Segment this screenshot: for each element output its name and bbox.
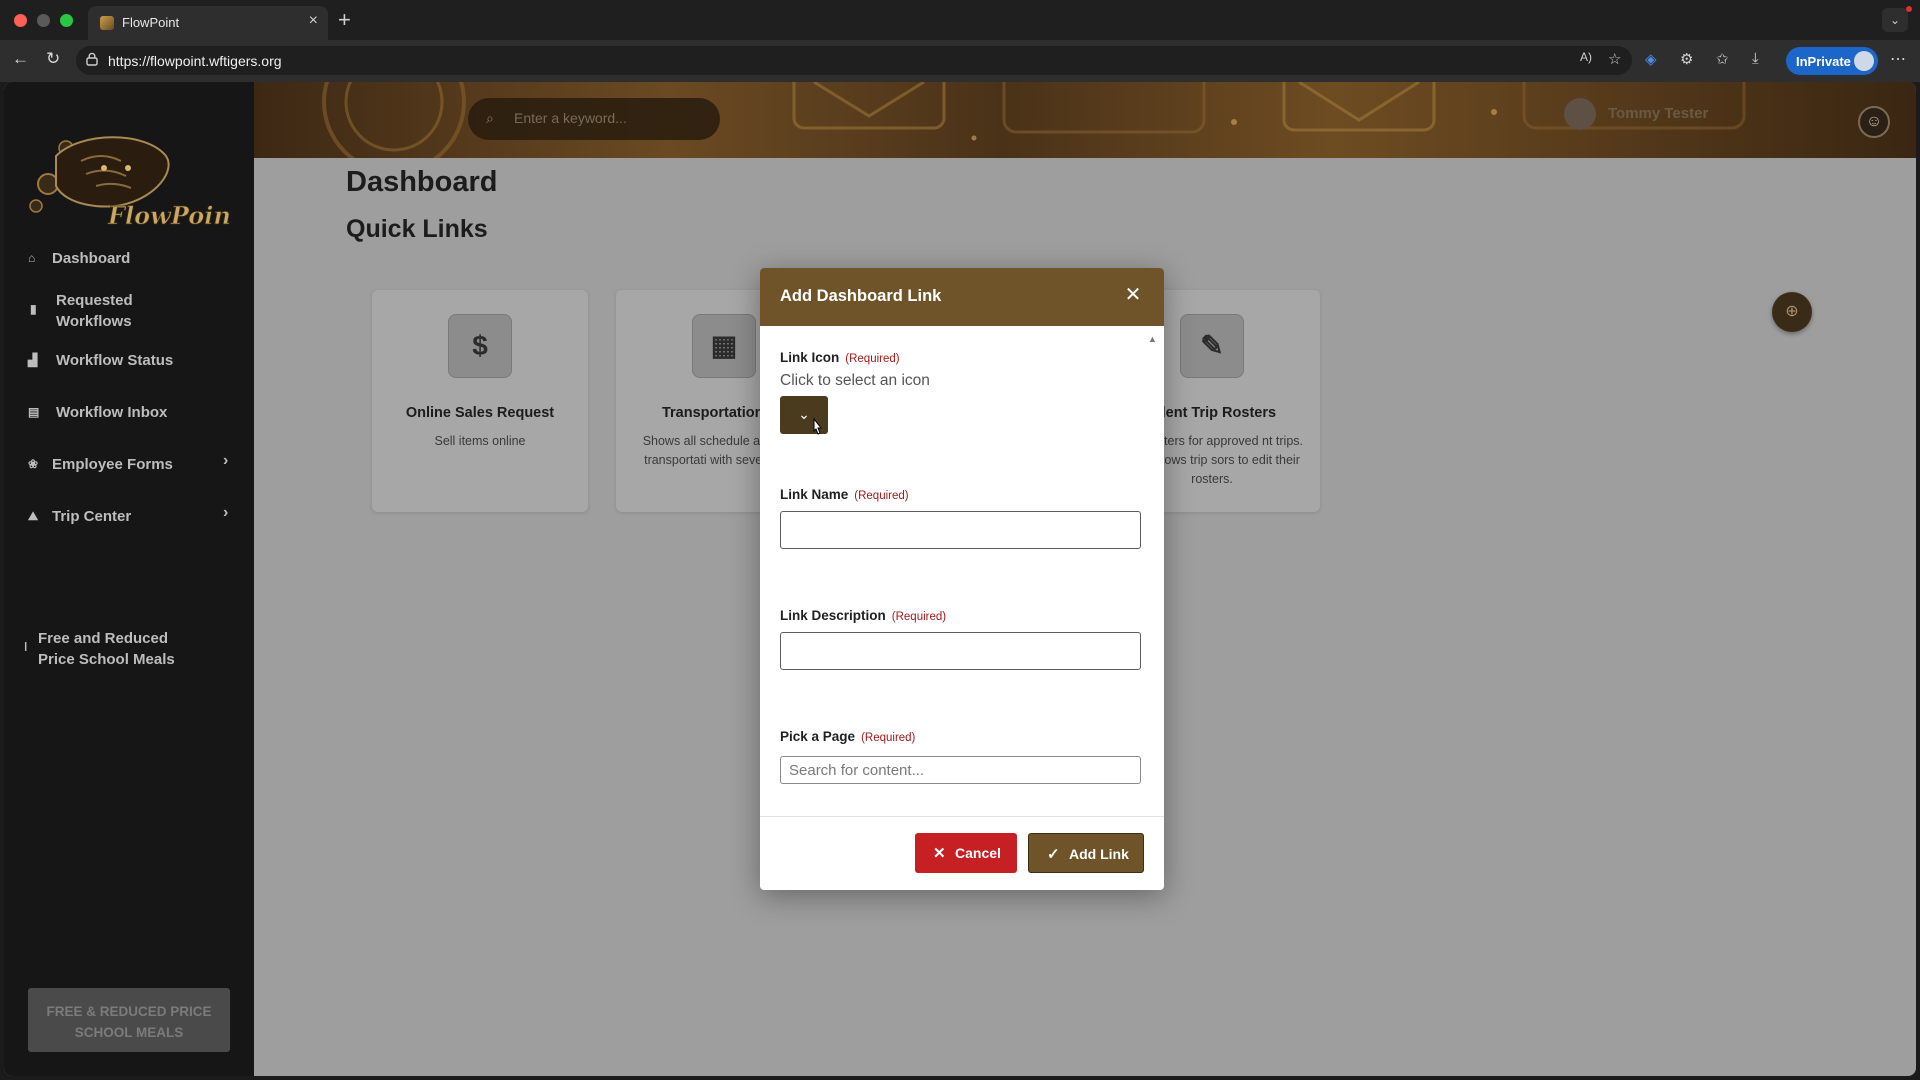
cancel-button[interactable]: ✕ Cancel [915,833,1017,873]
paw-icon: ❀ [28,457,39,471]
sidebar-item-label: Dashboard [52,250,131,267]
sidebar-item-label: Requested Workflows [56,292,133,330]
mouse-cursor [813,418,823,435]
browser-tab-bar: FlowPoint × + ⌄ [0,0,1920,40]
extensions-icon[interactable]: ⚙ [1680,50,1693,68]
chevron-down-icon: ⌄ [798,406,810,422]
favorite-star-icon[interactable]: ☆ [1608,50,1621,68]
favorites-icon[interactable]: ✩ [1716,50,1729,68]
card-title: Online Sales Request [405,405,555,421]
sidebar-item-label: Trip Center [52,508,132,525]
add-link-label: Add Link [1069,846,1129,862]
lock-icon [86,52,98,66]
sidebar-item-label: Workflow Status [56,352,174,369]
browser-tab[interactable]: FlowPoint × [88,6,328,40]
link-description-field[interactable] [780,632,1141,670]
close-window-button[interactable] [14,14,27,27]
read-aloud-icon[interactable]: A) [1580,50,1592,64]
link-name-label: Link Name (Required) [780,487,909,502]
add-link-button[interactable]: ✓ Add Link [1028,833,1144,873]
cancel-label: Cancel [955,845,1001,861]
svg-text:FlowPoint: FlowPoint [107,201,232,230]
maximize-window-button[interactable] [60,14,73,27]
inprivate-label: InPrivate [1796,54,1851,69]
close-icon: ✕ [933,845,946,862]
new-tab-button[interactable]: + [338,7,351,33]
close-tab-icon[interactable]: × [309,12,318,30]
card-description: Sell items online [434,434,526,448]
notification-dot [1906,6,1912,12]
user-name: Tommy Tester [1608,105,1709,122]
sidebar-item-label: Free and Reduced Price School Meals [38,630,175,668]
link-icon-label: Link Icon (Required) [780,350,900,365]
utensil-icon: ǀ [24,640,28,654]
sidebar-item-label: Employee Forms [52,456,173,473]
document-icon: ▮ [30,302,37,316]
header-banner: ⌕ Enter a keyword... Tommy Tester ☺ [254,82,1916,158]
avatar [1564,98,1596,130]
favicon-icon [100,16,114,30]
calendar-icon: ▦ [692,314,756,378]
check-icon: ✓ [1047,846,1060,863]
dialog-header: Add Dashboard Link ✕ [760,268,1164,326]
add-link-fab[interactable]: ⊕ [1772,292,1812,332]
hiker-icon: ⛰ [28,509,39,523]
inbox-icon: ▤ [28,405,40,419]
clipboard-icon: ✎ [1180,314,1244,378]
flowpoint-logo: FlowPoint [29,136,232,230]
quick-link-card[interactable]: $ Online Sales Request Sell items online [372,290,588,512]
search-icon: ⌕ [486,110,494,126]
tab-actions-button[interactable]: ⌄ [1882,8,1908,32]
link-name-field[interactable] [780,511,1141,549]
url-field[interactable]: https://flowpoint.wftigers.org [76,46,1632,75]
page-viewport: FlowPoint ⌂ Dashboard ▮ Requested Workfl… [4,82,1916,1076]
search-bar[interactable]: ⌕ Enter a keyword... [468,98,720,140]
downloads-icon[interactable]: ⤓ [1752,50,1759,67]
reload-icon[interactable]: ↻ [46,49,60,69]
address-bar: ← ↻ https://flowpoint.wftigers.org A) ☆ … [0,40,1920,82]
chart-icon: ▟ [28,353,38,367]
tab-title: FlowPoint [122,15,180,30]
chevron-right-icon: › [223,504,229,521]
minimize-window-button[interactable] [37,14,50,27]
accessibility-icon[interactable]: ☺ [1858,106,1890,138]
inprivate-badge[interactable]: InPrivate [1786,47,1878,75]
pick-page-label: Pick a Page (Required) [780,729,916,744]
link-description-label: Link Description (Required) [780,608,947,623]
dollar-icon: $ [448,314,512,378]
url-text: https://flowpoint.wftigers.org [108,53,282,69]
back-icon[interactable]: ← [12,49,29,69]
page-search-input[interactable] [780,756,1141,784]
profile-avatar-icon [1854,51,1874,71]
sidebar-item-label: Workflow Inbox [56,404,168,421]
add-dashboard-link-dialog: Add Dashboard Link ✕ ▲ Link Icon (Require… [760,268,1164,890]
page-title: Dashboard [346,166,498,198]
dialog-title: Add Dashboard Link [780,287,942,305]
icon-hint: Click to select an icon [780,372,930,389]
extension-shield-icon[interactable]: ◈ [1645,50,1657,68]
chevron-right-icon: › [223,452,229,469]
dialog-divider [760,816,1164,817]
section-title: Quick Links [346,215,488,243]
close-icon[interactable]: ✕ [1122,284,1144,306]
search-placeholder: Enter a keyword... [514,110,627,126]
home-icon: ⌂ [28,251,36,265]
scroll-up-icon[interactable]: ▲ [1148,334,1157,344]
more-options-icon[interactable]: ⋯ [1890,49,1906,69]
sidebar: FlowPoint ⌂ Dashboard ▮ Requested Workfl… [4,82,254,1076]
free-reduced-meals-button[interactable]: FREE & REDUCED PRICE SCHOOL MEALS [28,988,230,1052]
